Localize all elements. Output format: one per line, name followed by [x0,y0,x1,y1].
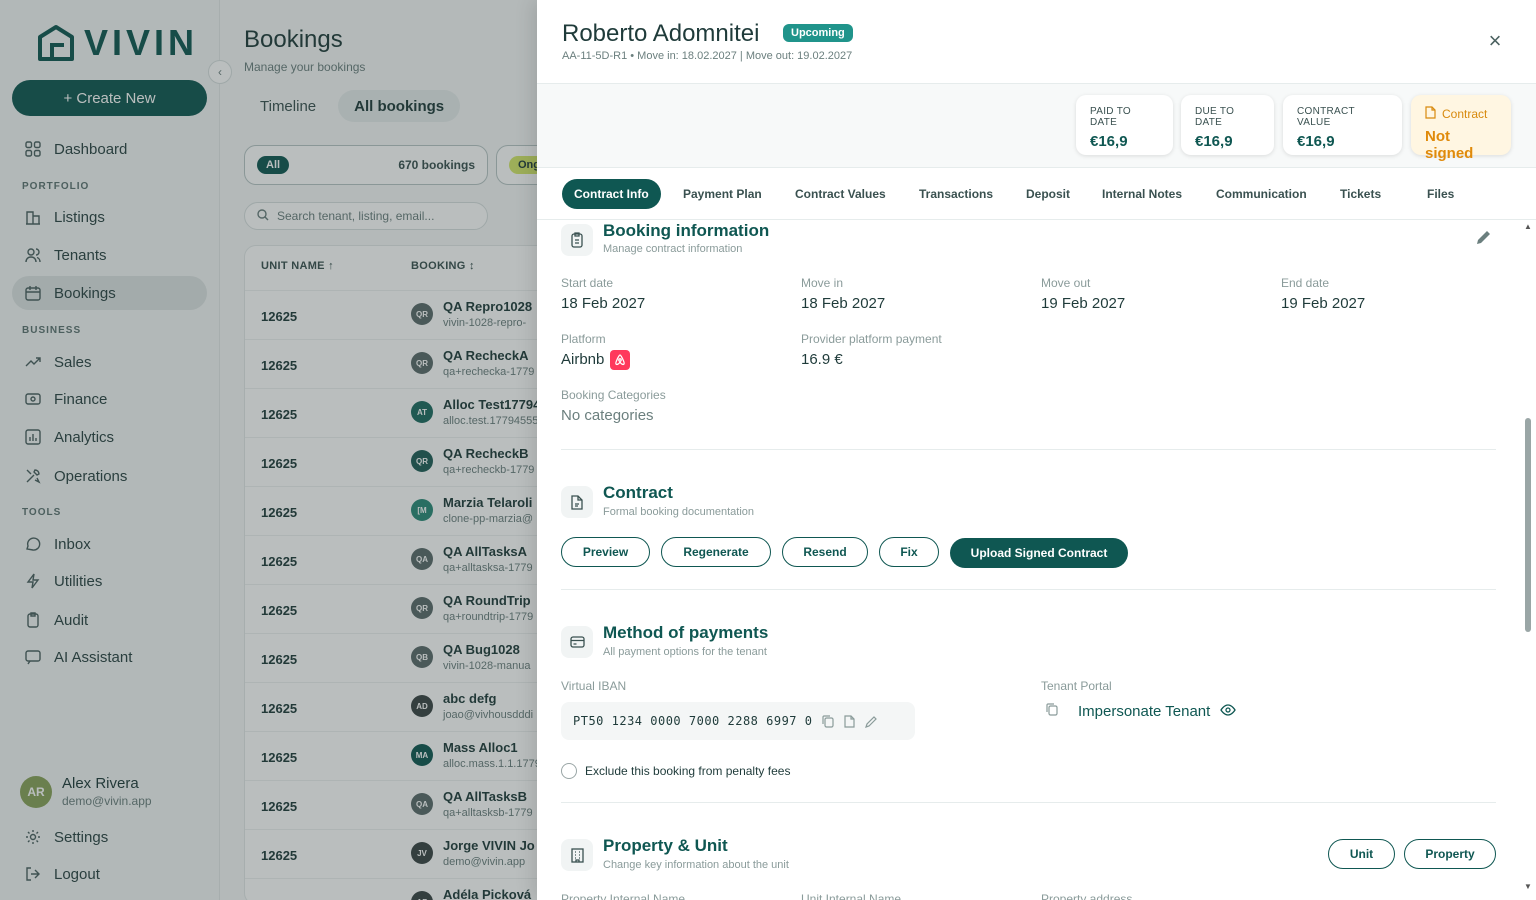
drawer-tabs: Contract Info Payment Plan Contract Valu… [537,168,1536,220]
credit-card-icon [561,626,593,658]
summary-bar: PAID TO DATE €16,9 DUE TO DATE €16,9 CON… [537,84,1536,168]
tenant-name: Roberto Adomnitei [562,20,760,47]
contract-value-card: CONTRACT VALUE €16,9 [1283,95,1402,155]
paid-to-date-card: PAID TO DATE €16,9 [1076,95,1173,155]
drawer-scrollbar[interactable]: ▲ ▼ [1524,222,1532,900]
contract-subtitle: Formal booking documentation [603,506,755,518]
start-date-value: 18 Feb 2027 [561,295,646,312]
status-badge: Upcoming [783,24,853,42]
exclude-penalty-label: Exclude this booking from penalty fees [585,764,791,778]
start-date-label: Start date [561,276,614,290]
booking-reference: AA-11-5D-R1 • Move in: 18.02.2027 | Move… [562,50,853,62]
fix-button[interactable]: Fix [879,537,939,567]
edit-booking-button[interactable] [1475,230,1491,251]
pencil-icon[interactable] [865,715,878,728]
unit-button[interactable]: Unit [1328,839,1395,869]
drawer-content: Booking information Manage contract info… [537,220,1536,900]
unit-internal-name-label: Unit Internal Name [801,892,902,900]
contract-value-label: CONTRACT VALUE [1297,106,1355,128]
property-internal-name-label: Property Internal Name [561,892,686,900]
tab-tickets[interactable]: Tickets [1328,179,1393,209]
virtual-iban-label: Virtual IBAN [561,679,627,693]
divider [561,802,1496,803]
due-to-date-label: DUE TO DATE [1195,106,1235,128]
virtual-iban-value: PT50 1234 0000 7000 2288 6997 0 [573,714,813,728]
divider [561,589,1496,590]
tab-payment-plan[interactable]: Payment Plan [671,179,774,209]
move-out-value: 19 Feb 2027 [1041,295,1126,312]
categories-value: No categories [561,407,654,424]
platform-name: Airbnb [561,350,605,368]
tenant-portal-label: Tenant Portal [1041,679,1112,693]
platform-label: Platform [561,332,606,346]
contract-value-value: €16,9 [1297,133,1335,150]
contract-title: Contract [603,483,673,502]
exclude-penalty-checkbox[interactable] [561,763,577,779]
contract-status-card[interactable]: Contract Not signed [1411,95,1511,162]
due-to-date-value: €16,9 [1195,133,1233,150]
scroll-up-icon[interactable]: ▲ [1524,222,1532,231]
due-to-date-card: DUE TO DATE €16,9 [1181,95,1274,155]
clipboard-icon [561,224,593,256]
pencil-icon [1475,231,1491,250]
provider-payment-value: 16.9 € [801,351,843,368]
categories-label: Booking Categories [561,388,666,402]
contract-status-value: Not signed [1425,128,1474,162]
tab-communication[interactable]: Communication [1204,179,1319,209]
payments-title: Method of payments [603,623,769,642]
drawer-header: Roberto Adomnitei Upcoming AA-11-5D-R1 •… [537,0,1536,84]
preview-button[interactable]: Preview [561,537,650,567]
tab-contract-values[interactable]: Contract Values [783,179,898,209]
divider [561,449,1496,450]
end-date-label: End date [1281,276,1330,290]
end-date-value: 19 Feb 2027 [1281,295,1366,312]
file-icon[interactable] [844,714,856,728]
contract-status-label: Contract [1442,107,1488,121]
copy-icon[interactable] [822,714,835,728]
property-unit-title: Property & Unit [603,836,728,855]
eye-icon [1220,703,1237,720]
platform-value: Airbnb [561,350,631,370]
scroll-thumb[interactable] [1525,418,1531,632]
move-in-value: 18 Feb 2027 [801,295,886,312]
tab-transactions[interactable]: Transactions [907,179,1005,209]
paid-to-date-label: PAID TO DATE [1090,106,1132,128]
paid-to-date-value: €16,9 [1090,133,1128,150]
close-button[interactable]: × [1485,28,1505,53]
impersonate-tenant-link[interactable]: Impersonate Tenant [1045,702,1237,720]
tab-files[interactable]: Files [1415,179,1466,209]
move-in-label: Move in [801,276,844,290]
booking-drawer: Roberto Adomnitei Upcoming AA-11-5D-R1 •… [537,0,1536,900]
property-address-label: Property address [1041,892,1133,900]
airbnb-icon [610,350,631,370]
document-icon [561,486,593,518]
close-icon: × [1488,28,1502,53]
regenerate-button[interactable]: Regenerate [661,537,771,567]
payments-subtitle: All payment options for the tenant [603,646,767,658]
tab-contract-info[interactable]: Contract Info [562,179,661,209]
property-unit-subtitle: Change key information about the unit [603,859,789,871]
scroll-down-icon[interactable]: ▼ [1524,882,1532,891]
booking-info-subtitle: Manage contract information [603,243,743,255]
tab-internal-notes[interactable]: Internal Notes [1090,179,1194,209]
virtual-iban-field: PT50 1234 0000 7000 2288 6997 0 [561,702,915,740]
resend-button[interactable]: Resend [782,537,868,567]
property-button[interactable]: Property [1404,839,1496,869]
booking-info-title: Booking information [603,221,770,240]
document-icon [1425,106,1436,122]
copy-icon [1045,702,1058,720]
provider-payment-label: Provider platform payment [801,332,942,346]
upload-signed-contract-button[interactable]: Upload Signed Contract [950,538,1128,568]
impersonate-tenant-label: Impersonate Tenant [1078,702,1211,720]
move-out-label: Move out [1041,276,1091,290]
tab-deposit[interactable]: Deposit [1014,179,1082,209]
building-icon [561,839,593,871]
